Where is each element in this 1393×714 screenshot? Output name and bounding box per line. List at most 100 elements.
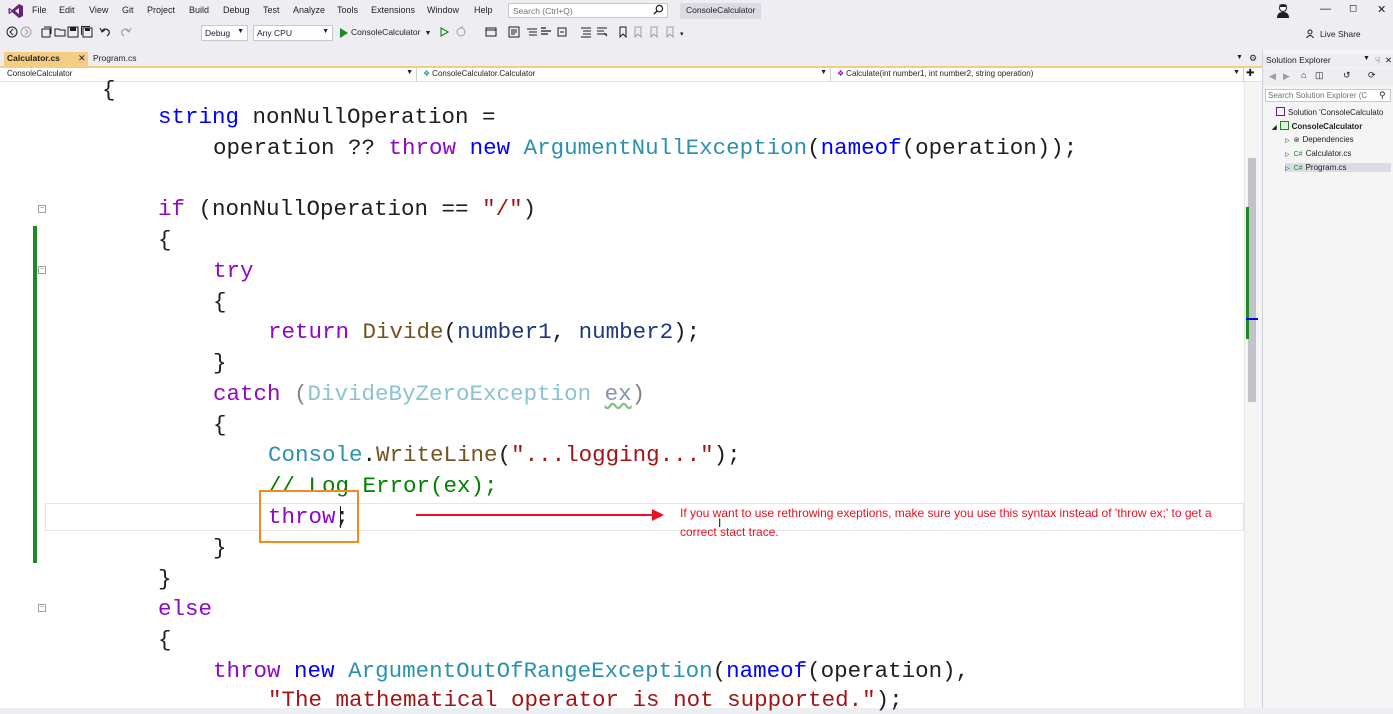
arrow-head-icon — [652, 509, 664, 521]
configuration-dropdown[interactable]: Debug ▼ — [201, 25, 248, 41]
start-without-debugging-icon[interactable] — [438, 26, 450, 38]
maximize-icon[interactable]: ◻ — [1349, 3, 1357, 14]
back-icon[interactable]: ◀ — [1269, 71, 1276, 82]
scrollbar-thumb[interactable] — [1248, 158, 1256, 402]
save-icon[interactable] — [67, 26, 79, 38]
user-avatar-icon[interactable] — [1276, 3, 1290, 18]
code-line: } — [158, 566, 172, 592]
tree-file-program[interactable]: ▷ C# Program.cs — [1285, 163, 1391, 172]
menu-window[interactable]: Window — [427, 5, 459, 15]
code-line: if (nonNullOperation == "/") — [158, 196, 537, 222]
member-dropdown[interactable]: ❖ Calculate(int number1, int number2, str… — [834, 68, 1244, 82]
minimize-icon[interactable]: — — [1320, 3, 1331, 15]
menu-build[interactable]: Build — [189, 5, 209, 15]
menu-view[interactable]: View — [89, 5, 108, 15]
pin-icon[interactable]: ☟ — [1375, 55, 1380, 66]
visual-studio-logo-icon — [8, 4, 23, 18]
find-symbol-icon[interactable] — [556, 26, 568, 38]
tree-label: ConsoleCalculator — [1291, 122, 1363, 131]
code-line: try — [213, 258, 254, 284]
home-icon[interactable]: ⌂ — [1301, 70, 1306, 80]
redo-icon[interactable] — [120, 26, 132, 38]
next-bookmark-icon[interactable] — [648, 26, 660, 38]
tab-calculator-cs[interactable]: Calculator.cs — [4, 52, 88, 66]
toolbar-overflow-icon[interactable]: ▾ — [680, 30, 684, 38]
new-project-icon[interactable] — [40, 26, 52, 38]
comment-lines-icon[interactable] — [580, 26, 592, 38]
save-all-icon[interactable] — [81, 26, 93, 38]
open-folder-icon[interactable] — [54, 26, 66, 38]
type-value: ConsoleCalculator.Calculator — [432, 69, 536, 78]
fold-toggle-if[interactable]: − — [38, 205, 46, 213]
tree-solution[interactable]: Solution 'ConsoleCalculato — [1276, 107, 1383, 117]
format-icon[interactable] — [526, 26, 538, 38]
tab-program-cs[interactable]: Program.cs — [90, 52, 152, 66]
tree-dependencies[interactable]: ▷ ⊛ Dependencies — [1285, 135, 1354, 144]
uncomment-lines-icon[interactable] — [596, 26, 608, 38]
switch-views-icon[interactable]: ◫ — [1315, 70, 1324, 81]
hot-reload-icon[interactable] — [455, 26, 467, 38]
chevron-down-icon: ▼ — [406, 69, 413, 76]
tree-file-calculator[interactable]: ▷ C# Calculator.cs — [1285, 149, 1351, 158]
chevron-down-icon: ▼ — [237, 28, 244, 35]
toggle-bookmark-icon[interactable] — [508, 26, 520, 38]
menu-analyze[interactable]: Analyze — [293, 5, 325, 15]
refresh-icon[interactable]: ⟳ — [1368, 70, 1376, 81]
scrollbar-caret-marker — [1246, 318, 1258, 320]
type-dropdown[interactable]: ❖ ConsoleCalculator.Calculator ▼ — [420, 68, 831, 82]
platform-value: Any CPU — [257, 28, 292, 38]
solution-search-input[interactable]: Search Solution Explorer (C — [1265, 89, 1391, 102]
fold-toggle-else[interactable]: − — [38, 604, 46, 612]
tree-project[interactable]: ◢ ConsoleCalculator — [1272, 121, 1362, 131]
tree-label: Program.cs — [1305, 163, 1347, 172]
menu-extensions[interactable]: Extensions — [371, 5, 415, 15]
expanded-chevron-icon: ◢ — [1272, 125, 1277, 131]
dependencies-icon: ⊛ — [1293, 137, 1300, 144]
csharp-project-icon — [1279, 121, 1289, 130]
close-icon[interactable]: ✕ — [1377, 3, 1386, 16]
fold-toggle-try[interactable]: − — [38, 266, 46, 274]
configuration-value: Debug — [205, 28, 231, 38]
project-value: ConsoleCalculator — [7, 69, 73, 78]
project-dropdown[interactable]: ConsoleCalculator ▼ — [4, 68, 417, 82]
search-input[interactable]: Search (Ctrl+Q) — [508, 3, 668, 18]
menu-file[interactable]: File — [32, 5, 47, 15]
code-line: return Divide(number1, number2); — [268, 319, 701, 345]
document-tab-strip — [0, 50, 1262, 66]
code-line: { — [102, 77, 116, 103]
menu-help[interactable]: Help — [474, 5, 493, 15]
undo-icon[interactable] — [99, 26, 111, 38]
menu-test[interactable]: Test — [263, 5, 280, 15]
panel-menu-icon[interactable]: ▼ — [1363, 55, 1370, 62]
menu-debug[interactable]: Debug — [223, 5, 250, 15]
menu-git[interactable]: Git — [122, 5, 134, 15]
code-line: operation ?? throw new ArgumentNullExcep… — [213, 135, 1078, 161]
sync-icon[interactable]: ↺ — [1343, 70, 1351, 81]
code-line: catch (DivideByZeroException ex) — [213, 381, 646, 407]
csharp-file-icon: C# — [1293, 151, 1303, 158]
run-target-label: ConsoleCalculator — [351, 27, 421, 37]
previous-bookmark-icon[interactable] — [632, 26, 644, 38]
tab-list-chevron-icon[interactable]: ▼ — [1236, 54, 1243, 61]
search-icon — [653, 4, 664, 15]
bookmark-icon[interactable] — [617, 26, 629, 38]
class-icon: ❖ — [423, 69, 431, 78]
close-tab-icon[interactable]: ✕ — [78, 53, 86, 64]
clear-bookmarks-icon[interactable] — [664, 26, 676, 38]
live-share-button[interactable]: Live Share — [1320, 29, 1361, 39]
split-editor-icon[interactable]: ✚ — [1246, 68, 1254, 79]
forward-icon[interactable]: ▶ — [1283, 71, 1290, 82]
platform-dropdown[interactable]: Any CPU ▼ — [253, 25, 333, 41]
menu-tools[interactable]: Tools — [337, 5, 358, 15]
settings-gear-icon[interactable]: ⚙ — [1249, 53, 1257, 64]
align-icon[interactable] — [540, 26, 552, 38]
navigate-forward-icon[interactable] — [20, 26, 32, 38]
chevron-down-icon: ▼ — [1233, 69, 1240, 76]
menu-edit[interactable]: Edit — [59, 5, 75, 15]
menu-project[interactable]: Project — [147, 5, 175, 15]
live-share-icon — [1306, 29, 1314, 39]
run-button[interactable]: ConsoleCalculator ▼ — [338, 25, 433, 41]
navigate-back-icon[interactable] — [6, 26, 18, 38]
panel-close-icon[interactable]: ✕ — [1385, 55, 1392, 66]
browse-icon[interactable] — [485, 26, 497, 38]
